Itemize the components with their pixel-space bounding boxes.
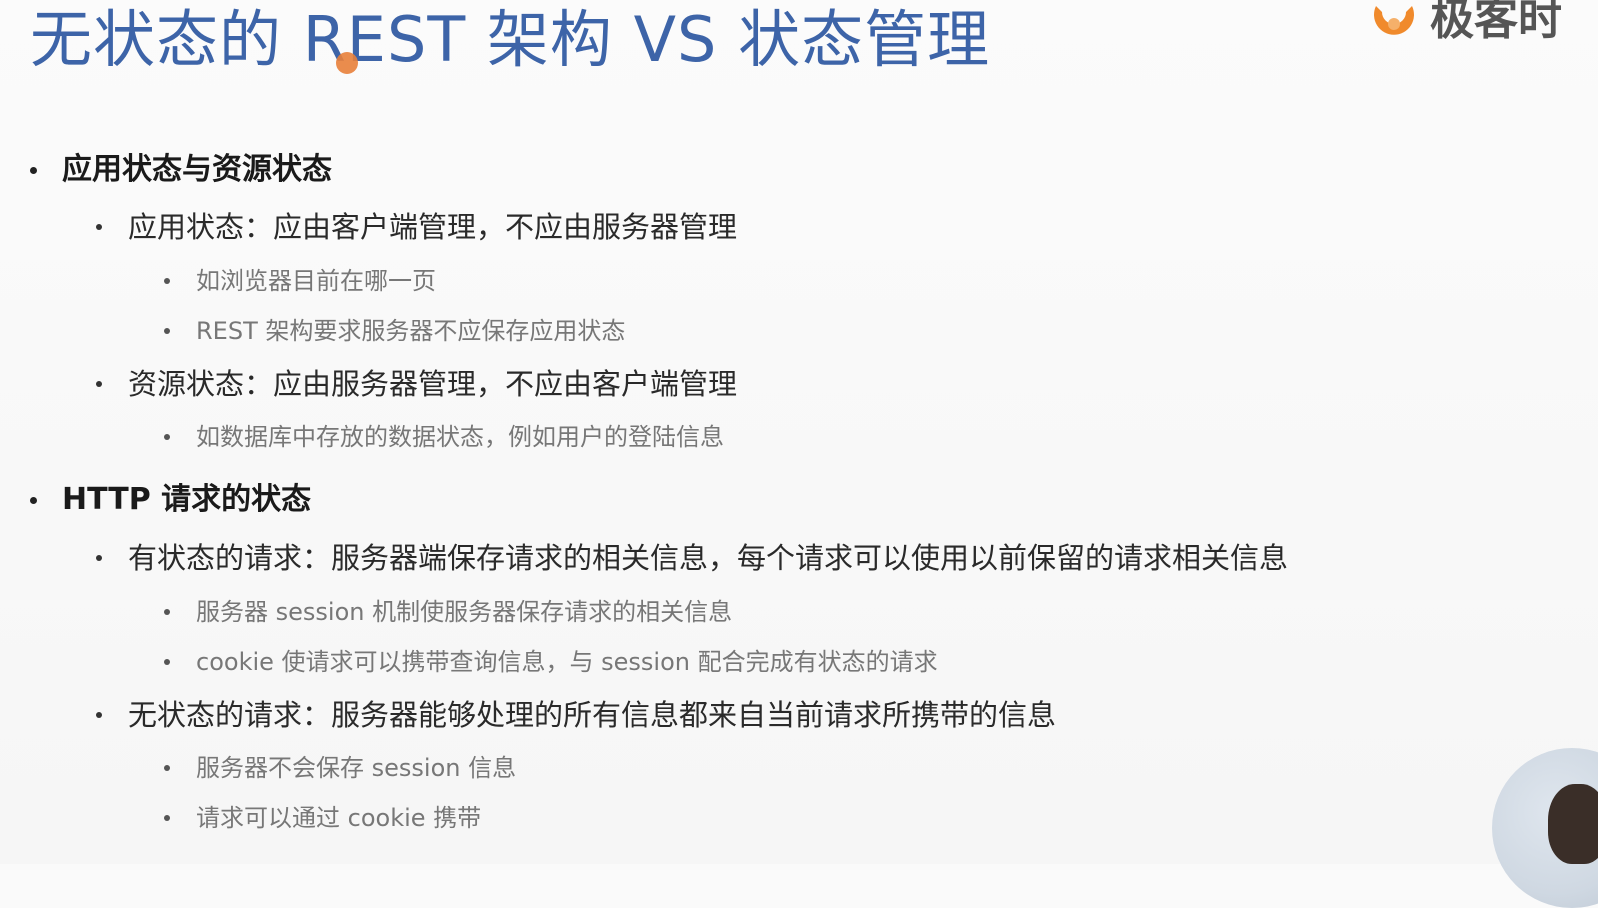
speaker-avatar — [1548, 784, 1598, 864]
bullet-text: 资源状态：应由服务器管理，不应由客户端管理 — [128, 367, 738, 401]
sub-bullet: REST 架构要求服务器不应保存应用状态 — [164, 314, 626, 348]
bullet-dot — [164, 815, 170, 821]
bullet-dot — [96, 712, 102, 718]
bullet-app-resource-state: 应用状态与资源状态 — [30, 150, 332, 190]
slide: 无状态的 REST 架构 VS 状态管理 极客时 应用状态与资源状态 应用状态：… — [0, 0, 1598, 908]
sub-bullet-text: 服务器 session 机制使服务器保存请求的相关信息 — [196, 598, 733, 626]
brand-logo: 极客时 — [1368, 0, 1598, 54]
slide-title: 无状态的 REST 架构 VS 状态管理 — [30, 3, 991, 76]
sub-bullet-text: 请求可以通过 cookie 携带 — [196, 804, 482, 832]
sub-bullet-text: REST 架构要求服务器不应保存应用状态 — [196, 317, 626, 345]
bullet-stateful-request: 有状态的请求：服务器端保存请求的相关信息，每个请求可以使用以前保留的请求相关信息 — [96, 538, 1289, 578]
sub-bullet-text: 如浏览器目前在哪一页 — [196, 267, 436, 295]
speaker-video-thumbnail — [1492, 748, 1598, 908]
bullet-stateless-request: 无状态的请求：服务器能够处理的所有信息都来自当前请求所携带的信息 — [96, 695, 1057, 735]
bullet-dot — [96, 381, 102, 387]
sub-bullet: 如数据库中存放的数据状态，例如用户的登陆信息 — [164, 420, 724, 454]
sub-bullet: 如浏览器目前在哪一页 — [164, 264, 436, 298]
sub-bullet-text: 如数据库中存放的数据状态，例如用户的登陆信息 — [196, 423, 724, 451]
bullet-dot — [164, 765, 170, 771]
bullet-dot — [164, 328, 170, 334]
bullet-resource-state: 资源状态：应由服务器管理，不应由客户端管理 — [96, 364, 738, 404]
bullet-dot — [164, 609, 170, 615]
bullet-dot — [96, 555, 102, 561]
bullet-dot — [30, 167, 37, 174]
bullet-dot — [96, 224, 102, 230]
sub-bullet: 请求可以通过 cookie 携带 — [164, 801, 482, 835]
bullet-http-request-state: HTTP 请求的状态 — [30, 480, 312, 520]
section-heading: HTTP 请求的状态 — [62, 482, 312, 517]
sub-bullet: 服务器 session 机制使服务器保存请求的相关信息 — [164, 595, 733, 629]
bullet-text: 有状态的请求：服务器端保存请求的相关信息，每个请求可以使用以前保留的请求相关信息 — [128, 541, 1289, 575]
bullet-text: 应用状态：应由客户端管理，不应由服务器管理 — [128, 210, 738, 244]
bullet-app-state: 应用状态：应由客户端管理，不应由服务器管理 — [96, 207, 738, 247]
bullet-dot — [164, 278, 170, 284]
sub-bullet-text: cookie 使请求可以携带查询信息，与 session 配合完成有状态的请求 — [196, 648, 938, 676]
logo-text: 极客时 — [1430, 0, 1562, 45]
laser-pointer-dot — [336, 52, 358, 74]
sub-bullet-text: 服务器不会保存 session 信息 — [196, 754, 517, 782]
bullet-dot — [30, 497, 37, 504]
geek-time-logo-icon — [1374, 6, 1414, 35]
bullet-text: 无状态的请求：服务器能够处理的所有信息都来自当前请求所携带的信息 — [128, 698, 1057, 732]
sub-bullet: 服务器不会保存 session 信息 — [164, 751, 517, 785]
section-heading: 应用状态与资源状态 — [62, 152, 332, 187]
bullet-dot — [164, 434, 170, 440]
sub-bullet: cookie 使请求可以携带查询信息，与 session 配合完成有状态的请求 — [164, 645, 938, 679]
bullet-dot — [164, 659, 170, 665]
